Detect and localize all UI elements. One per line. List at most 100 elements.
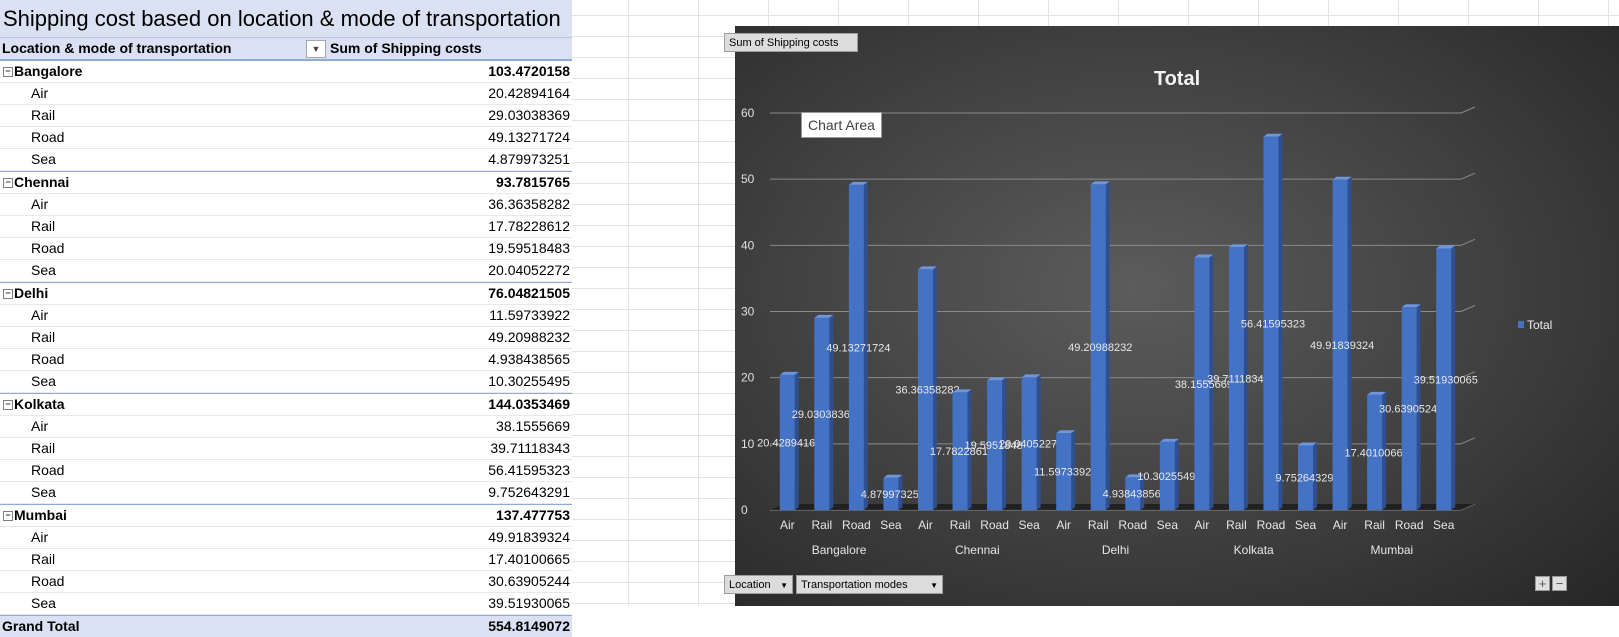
mode-value: 4.879973251 (488, 151, 570, 167)
collapse-field-button[interactable]: − (1552, 576, 1567, 591)
data-label: 9.752643291 (1275, 473, 1339, 485)
pivot-item-row: Rail 17.40100665 (0, 549, 572, 571)
y-tick-label: 50 (741, 172, 755, 186)
data-label: 39.71118343 (1207, 374, 1270, 386)
mode-value: 19.59518483 (488, 240, 570, 256)
x-tick-label: Road (980, 518, 1009, 532)
pivot-item-row: Sea 9.752643291 (0, 482, 572, 504)
pivot-item-row: Road 19.59518483 (0, 238, 572, 260)
mode-value: 4.938438565 (488, 351, 570, 367)
y-tick-label: 10 (741, 437, 755, 451)
legend-swatch (1518, 321, 1524, 328)
group-axis-label: Chennai (955, 543, 1000, 557)
y-tick-label: 60 (741, 106, 755, 120)
x-tick-label: Rail (1226, 518, 1247, 532)
x-tick-label: Road (1257, 518, 1286, 532)
grand-total-label: Grand Total (2, 618, 80, 634)
mode-value: 9.752643291 (488, 484, 570, 500)
pivot-item-row: Air 11.59733922 (0, 305, 572, 327)
mode-label: Road (31, 129, 65, 145)
gridline (1460, 172, 1476, 180)
data-label: 49.20988232 (1068, 342, 1132, 354)
mode-label: Sea (31, 262, 56, 278)
mode-label: Road (31, 573, 65, 589)
mode-label: Road (31, 351, 65, 367)
location-field-button[interactable]: Location ▼ (724, 575, 793, 594)
x-tick-label: Air (1195, 518, 1210, 532)
data-label: 39.51930065 (1414, 374, 1478, 386)
row-filter-dropdown-icon[interactable]: ▼ (306, 40, 326, 58)
mode-label: Air (31, 529, 49, 545)
collapse-icon[interactable]: − (3, 178, 13, 188)
gridline (1460, 437, 1476, 445)
group-total: 76.04821505 (488, 285, 570, 301)
data-label: 49.91839324 (1310, 340, 1374, 352)
pivot-chart[interactable]: Total 0 10 20 30 40 50 60 Air 20.42894164 Rail 29.0… (724, 26, 1619, 606)
y-tick-label: 20 (741, 371, 755, 385)
y-tick-label: 40 (741, 238, 755, 252)
values-field-button[interactable]: Sum of Shipping costs (724, 33, 858, 52)
data-label: 4.938438565 (1103, 489, 1167, 501)
mode-value: 49.20988232 (488, 329, 570, 345)
pivot-item-row: Sea 20.04052272 (0, 260, 572, 282)
x-tick-label: Air (1333, 518, 1348, 532)
mode-label: Air (31, 85, 49, 101)
mode-value: 11.59733922 (489, 307, 570, 323)
pivot-item-row: Sea 10.30255495 (0, 371, 572, 393)
mode-label: Rail (31, 551, 56, 567)
legend-label: Total (1527, 318, 1552, 332)
mode-value: 29.03038369 (488, 107, 570, 123)
data-label: 36.36358282 (895, 385, 959, 397)
data-label: 30.63905244 (1379, 404, 1443, 416)
mode-value: 20.04052272 (488, 262, 570, 278)
group-label: Chennai (14, 174, 70, 190)
mode-label: Rail (31, 218, 56, 234)
chart-title: Total (1154, 68, 1200, 90)
mode-label: Sea (31, 373, 56, 389)
x-tick-label: Sea (1295, 518, 1317, 532)
pivot-item-row: Rail 39.71118343 (0, 438, 572, 460)
x-tick-label: Air (780, 518, 795, 532)
data-label: 29.03038369 (792, 409, 856, 421)
mode-value: 30.63905244 (488, 573, 570, 589)
data-label: 56.41595323 (1241, 318, 1305, 330)
data-label: 49.13271724 (826, 342, 890, 354)
chart-area-tooltip: Chart Area (801, 112, 882, 138)
values-header: Sum of Shipping costs (330, 40, 482, 56)
collapse-icon[interactable]: − (3, 289, 13, 299)
pivot-item-row: Sea 4.879973251 (0, 149, 572, 171)
mode-label: Sea (31, 151, 56, 167)
x-tick-label: Rail (950, 518, 971, 532)
pivot-item-row: Air 49.91839324 (0, 527, 572, 549)
mode-label: Air (31, 418, 49, 434)
grand-total-row: Grand Total 554.8149072 (0, 615, 572, 637)
collapse-icon[interactable]: − (3, 67, 13, 77)
pivot-item-row: Air 38.1555669 (0, 416, 572, 438)
collapse-icon[interactable]: − (3, 400, 13, 410)
pivot-header-row: Location & mode of transportation ▼ Sum … (0, 38, 572, 60)
collapse-icon[interactable]: − (3, 511, 13, 521)
gridline (1460, 238, 1476, 246)
data-label: 17.40100665 (1345, 447, 1409, 459)
x-tick-label: Air (918, 518, 933, 532)
mode-value: 10.30255495 (488, 373, 570, 389)
mode-label: Road (31, 462, 65, 478)
location-field-label: Location (729, 579, 771, 591)
mode-label: Rail (31, 107, 56, 123)
pivot-group-row: − Mumbai 137.477753 (0, 504, 572, 527)
mode-label: Rail (31, 440, 56, 456)
pivot-group-row: − Bangalore 103.4720158 (0, 60, 572, 83)
x-tick-label: Air (1056, 518, 1071, 532)
group-label: Mumbai (14, 507, 67, 523)
group-total: 103.4720158 (488, 63, 570, 79)
mode-value: 49.13271724 (488, 129, 570, 145)
y-tick-label: 0 (741, 503, 748, 517)
mode-label: Sea (31, 484, 56, 500)
expand-field-button[interactable]: + (1535, 576, 1550, 591)
pivot-group-row: − Delhi 76.04821505 (0, 282, 572, 305)
x-tick-label: Rail (1088, 518, 1109, 532)
mode-label: Road (31, 240, 65, 256)
pivot-item-row: Air 20.42894164 (0, 83, 572, 105)
transportation-modes-field-button[interactable]: Transportation modes ▼ (796, 575, 943, 594)
gridline (1460, 305, 1476, 312)
